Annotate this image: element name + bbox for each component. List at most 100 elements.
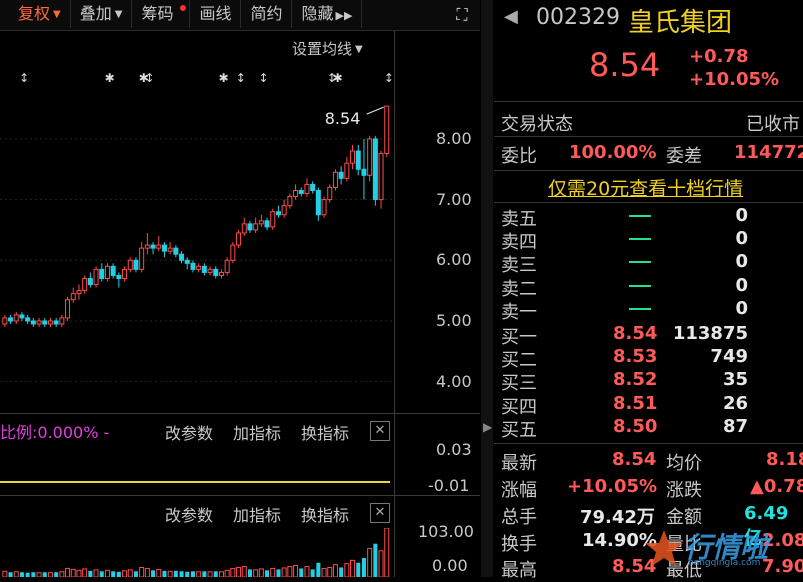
diejia-dropdown[interactable]: 叠加 ▼: [71, 0, 133, 28]
order-book-row[interactable]: 买四 8.51 26: [501, 392, 801, 418]
candle: [133, 257, 139, 273]
empty-price-dash: [629, 284, 651, 287]
order-book-row[interactable]: 买三 8.52 35: [501, 369, 801, 394]
candle-body: [207, 268, 213, 273]
volume-bar: [339, 567, 344, 577]
candle: [8, 314, 14, 324]
volume-bar: [213, 571, 218, 577]
close-icon[interactable]: ✕: [370, 503, 390, 523]
candle-body: [344, 162, 350, 179]
order-book-row[interactable]: 卖五 0: [501, 205, 801, 230]
junjia-label: 均价: [666, 453, 702, 474]
close-icon[interactable]: ✕: [370, 421, 390, 441]
trade-status-value: 已收市: [746, 114, 800, 135]
candle-body: [236, 232, 242, 246]
collapse-arrow-icon[interactable]: ▶: [483, 420, 492, 442]
order-book-row[interactable]: 买一 8.54 113875: [501, 323, 801, 348]
order-book-row[interactable]: 卖一 0: [501, 298, 801, 323]
ma-settings-button[interactable]: 设置均线 ▼: [292, 38, 363, 59]
volume-bar: [76, 569, 82, 577]
candle-body: [173, 247, 179, 255]
caret-down-icon: ▼: [114, 8, 123, 20]
yincang-label: 隐藏: [301, 4, 334, 23]
order-book-row[interactable]: 卖三 0: [501, 251, 801, 276]
yincang-button[interactable]: 隐藏 ▶▶: [292, 0, 363, 28]
candle-body: [355, 150, 361, 170]
indicator1-readout: 比例:0.000% -: [0, 423, 110, 442]
candle: [144, 232, 150, 255]
candle-body: [99, 268, 105, 279]
order-book-row[interactable]: 买二 8.53 749: [501, 346, 801, 371]
candle: [150, 242, 156, 255]
volume-bar: [42, 572, 47, 577]
prev-stock-arrow-icon[interactable]: ◀: [504, 6, 518, 27]
volume-bar: [367, 547, 373, 577]
order-volume: 87: [722, 415, 748, 437]
indicator2-add-indicator-button[interactable]: 加指标: [233, 502, 281, 526]
volume-bar: [321, 567, 327, 577]
candle-body: [161, 244, 167, 252]
candle: [184, 257, 190, 270]
candle-body: [127, 259, 133, 270]
jianyue-label: 简约: [250, 4, 283, 23]
candle: [161, 242, 167, 258]
indicator2-switch-indicator-button[interactable]: 换指标: [301, 502, 349, 526]
empty-price-dash: [629, 307, 651, 310]
candle: [122, 266, 128, 282]
indicator1-switch-indicator-button[interactable]: 换指标: [301, 420, 349, 444]
candle: [310, 181, 316, 194]
volume-bar: [19, 572, 24, 577]
chouma-button[interactable]: 筹码: [132, 0, 191, 28]
order-book-row[interactable]: 买五 8.50 87: [501, 415, 801, 441]
order-volume: 26: [722, 392, 748, 414]
candle: [275, 205, 281, 218]
divider: [494, 170, 803, 171]
caret-down-icon: ▼: [355, 44, 363, 55]
divider: [494, 136, 803, 137]
jianyue-button[interactable]: 简约: [241, 0, 293, 28]
fuquan-label: 复权: [18, 4, 51, 23]
divider: [494, 101, 803, 102]
weibi-value: 100.00%: [569, 142, 657, 163]
panel-splitter[interactable]: [481, 0, 493, 577]
candlestick-chart[interactable]: 8.54↕ ✱ ✱↕ ✱ ↕ ↕ ↕✱ ↕: [0, 60, 395, 412]
candle: [36, 317, 42, 328]
volume-bar: [304, 566, 310, 577]
volume-bar: [276, 569, 281, 577]
candle: [201, 263, 207, 276]
order-volume: 35: [722, 369, 748, 391]
indicator1-add-indicator-button[interactable]: 加指标: [233, 420, 281, 444]
volume-bar: [202, 571, 207, 577]
huaxian-button[interactable]: 画线: [190, 0, 242, 28]
volume-bar: [31, 572, 36, 577]
event-marker-icon: ↕: [145, 71, 155, 85]
volume-bar: [99, 571, 104, 577]
candle-body: [224, 259, 230, 273]
indicator2-change-params-button[interactable]: 改参数: [165, 502, 213, 526]
fullscreen-icon[interactable]: ⛶: [448, 2, 476, 28]
weicha-value: 114772: [734, 142, 803, 163]
zhangfu-label: 涨幅: [501, 480, 537, 501]
candle: [196, 263, 202, 273]
candle: [207, 266, 213, 276]
indicator1-change-params-button[interactable]: 改参数: [165, 420, 213, 444]
candle: [332, 169, 338, 191]
volume-bar: [373, 543, 378, 577]
candle: [338, 166, 344, 185]
huaxian-label: 画线: [199, 4, 232, 23]
candle: [190, 260, 196, 273]
candle-body: [13, 314, 19, 322]
fuquan-dropdown[interactable]: 复权 ▼: [0, 0, 71, 28]
volume-bar: [196, 571, 202, 577]
candle-body: [65, 299, 71, 319]
price-change: +0.78: [689, 46, 749, 67]
event-marker-icon: ↕: [259, 71, 269, 85]
order-book-row[interactable]: 卖二 0: [501, 274, 801, 300]
ten-level-quote-link[interactable]: 仅需20元查看十档行情: [548, 174, 743, 201]
candle: [315, 187, 321, 221]
order-book-row[interactable]: 卖四 0: [501, 228, 801, 253]
last-price-arrow: [366, 106, 384, 115]
candle-body: [76, 290, 82, 295]
divider: [494, 443, 803, 444]
order-volume: 0: [735, 274, 748, 296]
